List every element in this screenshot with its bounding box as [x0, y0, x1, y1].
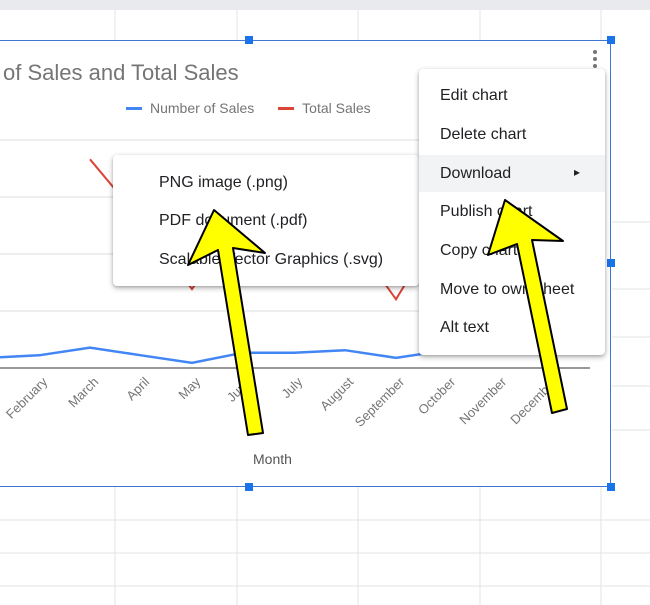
arrow-to-png-icon [187, 209, 266, 436]
annotation-arrows [187, 199, 568, 436]
arrow-to-download-icon [487, 199, 568, 414]
